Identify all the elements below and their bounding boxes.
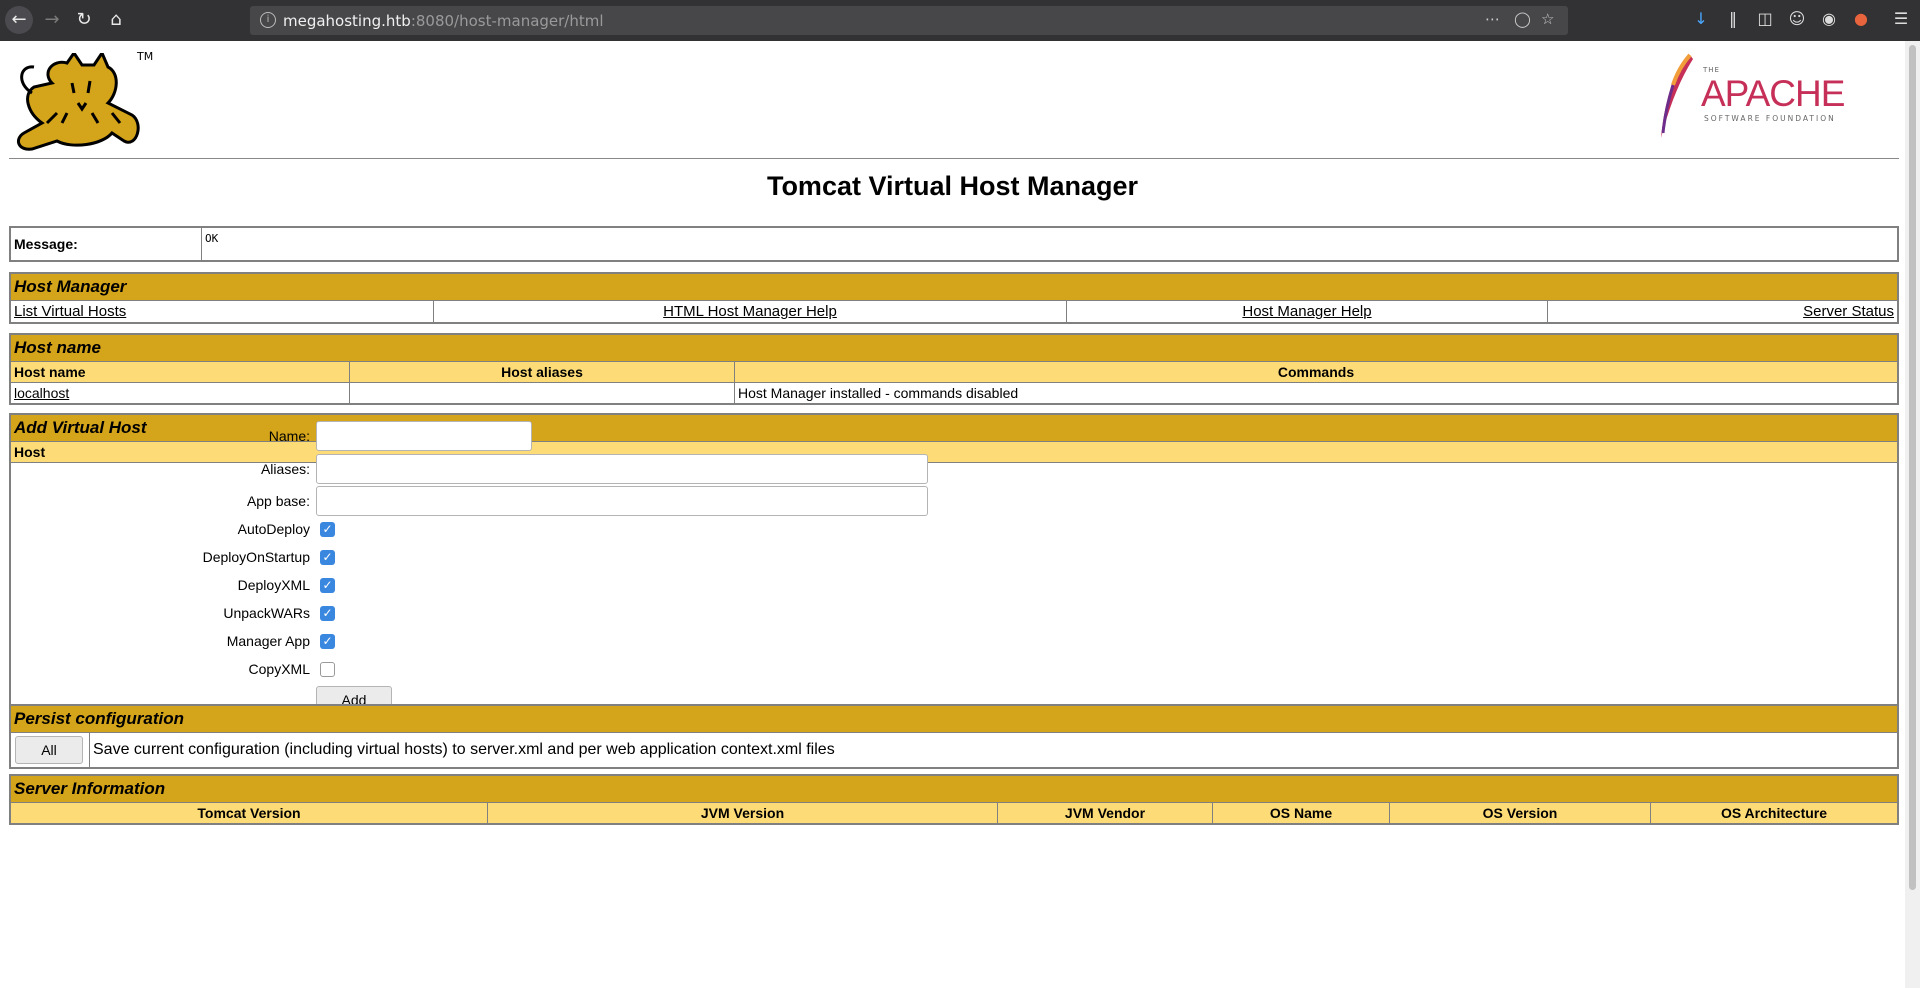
server-status-link[interactable]: Server Status <box>1803 303 1894 320</box>
autodeploy-label: AutoDeploy <box>237 521 310 537</box>
message-value: OK <box>201 226 1899 262</box>
trademark: TM <box>137 50 154 63</box>
page-title: Tomcat Virtual Host Manager <box>766 171 1139 201</box>
reload-icon[interactable]: ↻ <box>70 6 98 34</box>
url-text[interactable]: megahosting.htb:8080/host-manager/html <box>283 12 604 30</box>
back-icon[interactable]: ← <box>5 6 33 34</box>
col-jvm-version: JVM Version <box>487 802 998 825</box>
col-host-aliases: Host aliases <box>349 361 735 383</box>
appbase-input[interactable] <box>316 486 928 516</box>
apache-subtitle: SOFTWARE FOUNDATION <box>1704 114 1836 123</box>
copyxml-checkbox[interactable] <box>320 662 335 677</box>
host-aliases-cell <box>349 382 735 405</box>
host-name-table: Host name Host name Host aliases Command… <box>9 333 1899 405</box>
host-manager-help-link[interactable]: Host Manager Help <box>1242 303 1371 320</box>
extension-icon[interactable]: ◉ <box>1818 9 1840 28</box>
host-manager-title: Host Manager <box>9 272 1899 301</box>
bookmark-star-icon[interactable]: ☆ <box>1541 10 1554 28</box>
page-scrollbar[interactable] <box>1905 41 1920 988</box>
scrollbar-thumb[interactable] <box>1909 45 1916 890</box>
deployonstartup-checkbox[interactable]: ✓ <box>320 550 335 565</box>
apache-logo: THE APACHE SOFTWARE FOUNDATION <box>1655 53 1865 143</box>
col-jvm-vendor: JVM Vendor <box>997 802 1213 825</box>
persist-table: Persist configuration All Save current c… <box>9 704 1899 769</box>
message-table: Message: OK <box>9 226 1899 262</box>
server-info-table: Server Information Tomcat Version JVM Ve… <box>9 774 1899 825</box>
persist-description: Save current configuration (including vi… <box>89 732 1899 769</box>
col-os-version: OS Version <box>1389 802 1651 825</box>
apache-name: APACHE <box>1701 73 1845 114</box>
account-icon[interactable]: ☺ <box>1786 9 1808 28</box>
managerapp-checkbox[interactable]: ✓ <box>320 634 335 649</box>
aliases-input[interactable] <box>316 454 928 484</box>
menu-icon[interactable]: ☰ <box>1890 9 1912 28</box>
aliases-label: Aliases: <box>260 461 310 477</box>
col-os-name: OS Name <box>1212 802 1390 825</box>
copyxml-label: CopyXML <box>248 661 310 677</box>
host-localhost-link[interactable]: localhost <box>14 385 69 401</box>
add-host-subheader: Host <box>9 441 1899 463</box>
browser-toolbar: ← → ↻ ⌂ i megahosting.htb:8080/host-mana… <box>0 0 1920 41</box>
download-icon[interactable]: ↓ <box>1690 9 1712 28</box>
extension-fox-icon[interactable]: ● <box>1850 9 1872 28</box>
message-label: Message: <box>9 226 202 262</box>
col-tomcat-version: Tomcat Version <box>9 802 488 825</box>
col-os-architecture: OS Architecture <box>1650 802 1899 825</box>
name-label: Name: <box>268 428 310 444</box>
divider <box>9 158 1899 159</box>
persist-all-button[interactable]: All <box>15 736 83 764</box>
site-info-icon[interactable]: i <box>260 12 276 28</box>
unpackwars-label: UnpackWARs <box>223 605 310 621</box>
autodeploy-checkbox[interactable]: ✓ <box>320 522 335 537</box>
host-name-title: Host name <box>9 333 1899 362</box>
deployxml-checkbox[interactable]: ✓ <box>320 578 335 593</box>
managerapp-label: Manager App <box>226 633 310 649</box>
list-virtual-hosts-link[interactable]: List Virtual Hosts <box>14 303 126 320</box>
appbase-label: App base: <box>246 493 310 509</box>
persist-title: Persist configuration <box>9 704 1899 733</box>
name-input[interactable] <box>316 421 532 451</box>
address-bar[interactable]: i megahosting.htb:8080/host-manager/html… <box>250 6 1568 35</box>
host-commands-cell: Host Manager installed - commands disabl… <box>734 382 1899 405</box>
apache-feather-icon <box>1661 53 1693 138</box>
page: TM THE APACHE SOFTWARE FOUNDATION Tomcat… <box>0 41 1905 988</box>
host-manager-table: Host Manager List Virtual Hosts HTML Hos… <box>9 272 1899 324</box>
server-info-title: Server Information <box>9 774 1899 803</box>
html-host-manager-help-link[interactable]: HTML Host Manager Help <box>663 303 837 320</box>
tomcat-logo <box>16 53 140 151</box>
col-host-name: Host name <box>9 361 350 383</box>
deployonstartup-label: DeployOnStartup <box>202 549 310 565</box>
pocket-icon[interactable]: ◯ <box>1514 10 1531 28</box>
sidebar-icon[interactable]: ◫ <box>1754 9 1776 28</box>
forward-icon[interactable]: → <box>38 6 66 34</box>
library-icon[interactable]: ‖ <box>1722 9 1744 28</box>
col-commands: Commands <box>734 361 1899 383</box>
unpackwars-checkbox[interactable]: ✓ <box>320 606 335 621</box>
home-icon[interactable]: ⌂ <box>102 6 130 34</box>
table-row: localhost Host Manager installed - comma… <box>9 382 1899 405</box>
deployxml-label: DeployXML <box>237 577 310 593</box>
page-actions-icon[interactable]: ⋯ <box>1485 10 1500 28</box>
